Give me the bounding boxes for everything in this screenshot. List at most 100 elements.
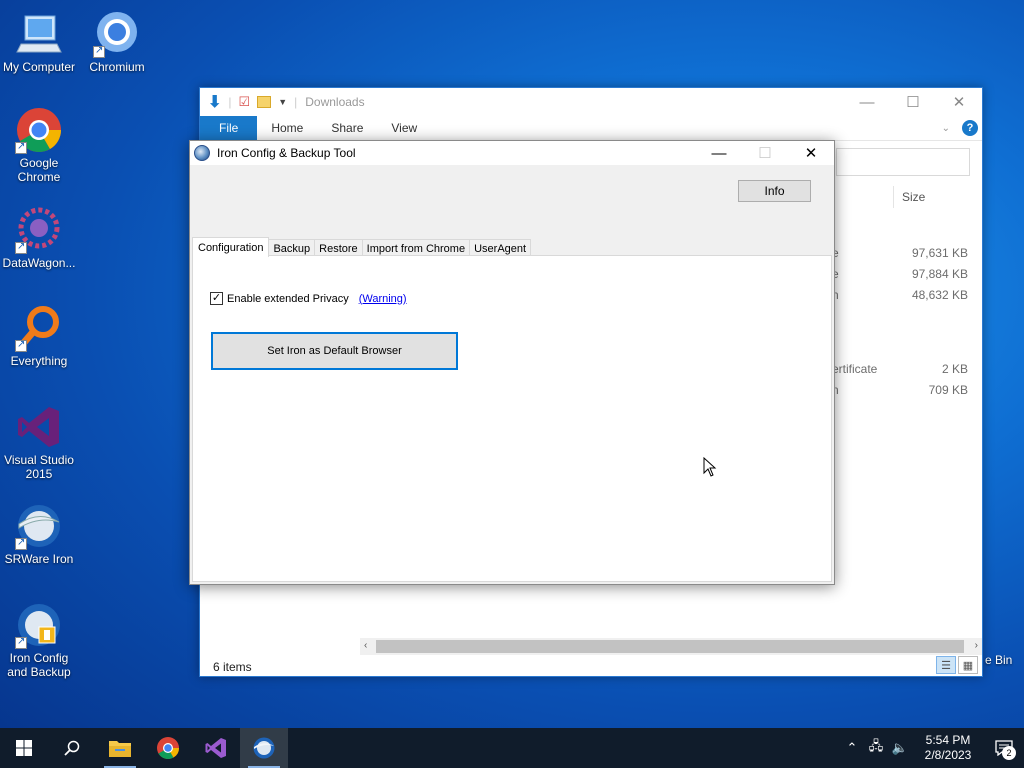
desktop-icon-everything[interactable]: Everything (0, 304, 78, 368)
download-arrow-icon: ⬇ (208, 94, 222, 111)
system-tray: ⌃ 🖧 🔈 5:54 PM 2/8/2023 2 (840, 728, 1024, 768)
taskbar: ⌃ 🖧 🔈 5:54 PM 2/8/2023 2 (0, 728, 1024, 768)
file-size: 97,884 KB (911, 267, 968, 281)
file-row[interactable]: n 709 KB (832, 383, 968, 404)
set-default-browser-button[interactable]: Set Iron as Default Browser (211, 332, 458, 370)
minimize-icon[interactable]: — (696, 141, 742, 165)
visual-studio-icon (205, 738, 226, 758)
chromium-icon (93, 10, 141, 58)
file-size: 709 KB (928, 383, 968, 397)
taskbar-iron-config[interactable] (240, 728, 288, 768)
explorer-search-input[interactable] (836, 148, 970, 176)
large-icons-view-icon[interactable]: ▦ (958, 656, 978, 674)
file-row[interactable]: ertificate 2 KB (832, 362, 968, 383)
configuration-tab-page: ✓ Enable extended Privacy (Warning) Set … (192, 255, 832, 582)
new-folder-icon[interactable] (257, 96, 272, 108)
shortcut-arrow-icon (15, 635, 27, 649)
desktop-icon-label: Iron Config and Backup (7, 651, 71, 679)
iron-app-icon (194, 145, 210, 161)
notification-center-button[interactable]: 2 (984, 728, 1024, 768)
minimize-icon[interactable]: — (844, 88, 890, 116)
file-size: 48,632 KB (911, 288, 968, 302)
column-divider[interactable] (893, 186, 894, 208)
explorer-title: Downloads (305, 95, 365, 109)
desktop-icon-label: Google Chrome (17, 156, 61, 184)
network-icon[interactable]: 🖧 (864, 737, 888, 759)
quick-access-toolbar: ⬇ | ☑ ▼ | (208, 94, 298, 111)
visual-studio-icon (15, 403, 63, 451)
clock-date: 2/8/2023 (924, 748, 972, 762)
tab-strip: Configuration Backup Restore Import from… (192, 237, 532, 257)
everything-icon (15, 304, 63, 352)
dialog-body: Info Configuration Backup Restore Import… (190, 165, 834, 584)
folder-icon (109, 741, 131, 757)
horizontal-scrollbar[interactable]: ‹ › (360, 638, 982, 655)
desktop-icon-visual-studio[interactable]: Visual Studio 2015 (0, 403, 78, 481)
desktop-icon-srware-iron[interactable]: SRWare Iron (0, 502, 78, 566)
desktop-icon-google-chrome[interactable]: Google Chrome (0, 106, 78, 184)
details-view-icon[interactable]: ☰ (936, 656, 956, 674)
clock-time: 5:54 PM (925, 733, 971, 747)
desktop-icon-iron-config[interactable]: Iron Config and Backup (0, 601, 78, 679)
srware-iron-icon (15, 502, 63, 550)
ribbon-tab-file[interactable]: File (200, 116, 258, 140)
desktop-icon-datawagon[interactable]: DataWagon... (0, 206, 78, 270)
warning-link[interactable]: (Warning) (359, 293, 407, 305)
scroll-right-icon[interactable]: › (975, 640, 978, 651)
shortcut-arrow-icon (15, 140, 27, 154)
help-icon[interactable]: ? (962, 120, 978, 136)
view-switcher: ☰ ▦ (936, 656, 978, 674)
tab-configuration[interactable]: Configuration (192, 237, 270, 257)
search-icon (64, 740, 80, 756)
properties-icon[interactable]: ☑ (239, 94, 251, 110)
taskbar-visual-studio[interactable] (192, 728, 240, 768)
column-header-size[interactable]: Size (902, 190, 925, 204)
windows-logo-icon (16, 740, 32, 756)
file-row[interactable]: e 97,884 KB (832, 267, 968, 288)
chrome-icon (15, 106, 63, 154)
chevron-down-icon[interactable]: ▼ (278, 97, 287, 107)
ribbon-tab-home[interactable]: Home (257, 116, 317, 140)
recycle-bin-label[interactable]: e Bin (985, 653, 1012, 667)
clock[interactable]: 5:54 PM 2/8/2023 (912, 733, 984, 763)
ribbon-tab-view[interactable]: View (377, 116, 431, 140)
volume-icon[interactable]: 🔈 (888, 740, 912, 756)
expand-ribbon-icon[interactable]: ⌄ (942, 123, 950, 134)
desktop-icon-label: SRWare Iron (4, 552, 74, 566)
status-item-count: 6 items (213, 660, 252, 674)
privacy-checkbox-label[interactable]: Enable extended Privacy (227, 293, 349, 305)
desktop-icon-chromium[interactable]: Chromium (78, 10, 156, 74)
search-button[interactable] (48, 728, 96, 768)
file-row[interactable]: n 48,632 KB (832, 288, 968, 309)
chevron-up-icon[interactable]: ⌃ (840, 740, 864, 756)
close-icon[interactable]: ✕ (788, 141, 834, 165)
taskbar-file-explorer[interactable] (96, 728, 144, 768)
scrollbar-thumb[interactable] (376, 640, 964, 653)
info-button[interactable]: Info (738, 180, 811, 202)
iron-config-dialog[interactable]: Iron Config & Backup Tool — ☐ ✕ Info Con… (189, 140, 835, 585)
computer-icon (15, 10, 63, 58)
explorer-titlebar[interactable]: ⬇ | ☑ ▼ | Downloads — ☐ ✕ (200, 88, 982, 116)
taskbar-chrome[interactable] (144, 728, 192, 768)
explorer-ribbon: File Home Share View ⌄ ? (200, 116, 982, 141)
desktop-icon-label: Chromium (89, 60, 145, 74)
desktop-icon-label: Visual Studio 2015 (4, 453, 74, 481)
shortcut-arrow-icon (15, 338, 27, 352)
desktop-icon-label: Everything (10, 354, 68, 368)
iron-config-icon (15, 601, 63, 649)
dialog-titlebar[interactable]: Iron Config & Backup Tool — ☐ ✕ (190, 141, 834, 165)
maximize-icon: ☐ (758, 145, 772, 162)
start-button[interactable] (0, 728, 48, 768)
file-row[interactable]: e 97,631 KB (832, 246, 968, 267)
dialog-title: Iron Config & Backup Tool (217, 146, 356, 160)
file-name-fragment: ertificate (832, 362, 878, 376)
scroll-left-icon[interactable]: ‹ (364, 640, 367, 651)
privacy-checkbox[interactable]: ✓ (210, 292, 223, 305)
ribbon-tab-share[interactable]: Share (317, 116, 377, 140)
file-size: 97,631 KB (911, 246, 968, 260)
close-icon[interactable]: ✕ (936, 88, 982, 116)
shortcut-arrow-icon (93, 44, 105, 58)
desktop-icon-my-computer[interactable]: My Computer (0, 10, 78, 74)
maximize-icon[interactable]: ☐ (890, 88, 936, 116)
desktop-icon-label: My Computer (2, 60, 76, 74)
